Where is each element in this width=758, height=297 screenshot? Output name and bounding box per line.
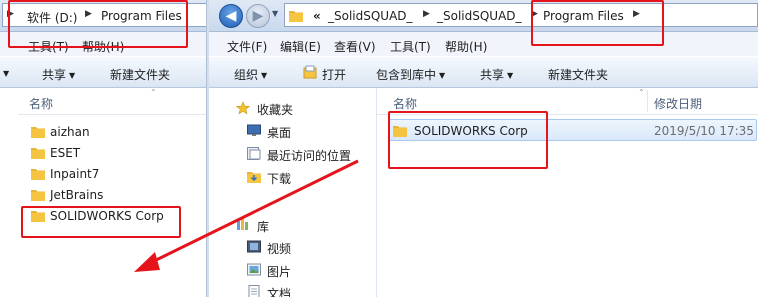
annotation-arrow (134, 159, 359, 272)
screenshot-root: ▶ 软件 (D:) ▶ Program Files 工具(T) 帮助(H) ▼ … (0, 0, 758, 297)
